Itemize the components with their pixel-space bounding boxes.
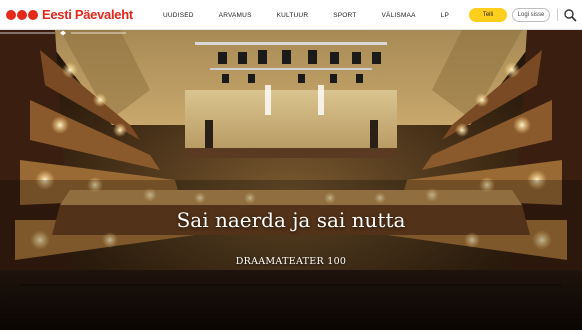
hero-subtitle: DRAAMATEATER 100 xyxy=(235,256,347,267)
hero-banner[interactable]: Sai naerda ja sai nutta DRAAMATEATER 100 xyxy=(0,30,582,330)
logo-dots-icon xyxy=(6,9,39,20)
login-button[interactable]: Logi sisse xyxy=(512,8,550,22)
header-divider xyxy=(557,9,558,21)
order-button[interactable]: Telli xyxy=(469,8,507,22)
nav-item-valismaa[interactable]: VÄLISMAA xyxy=(382,12,416,19)
theatre-interior-image xyxy=(0,30,582,330)
search-icon[interactable] xyxy=(563,8,577,22)
nav-item-sport[interactable]: SPORT xyxy=(333,12,356,19)
nav-item-kultuur[interactable]: KULTUUR xyxy=(277,12,309,19)
ornament-divider-icon xyxy=(0,30,126,36)
site-logo[interactable]: Eesti Päevaleht xyxy=(6,7,133,22)
nav-item-lp[interactable]: LP xyxy=(441,12,449,19)
main-nav: UUDISED ARVAMUS KULTUUR SPORT VÄLISMAA L… xyxy=(163,0,474,30)
hero-title[interactable]: Sai naerda ja sai nutta xyxy=(0,208,582,232)
nav-item-arvamus[interactable]: ARVAMUS xyxy=(219,12,252,19)
site-header: Eesti Päevaleht UUDISED ARVAMUS KULTUUR … xyxy=(0,0,582,30)
logo-text: Eesti Päevaleht xyxy=(42,7,133,22)
nav-item-uudised[interactable]: UUDISED xyxy=(163,12,194,19)
